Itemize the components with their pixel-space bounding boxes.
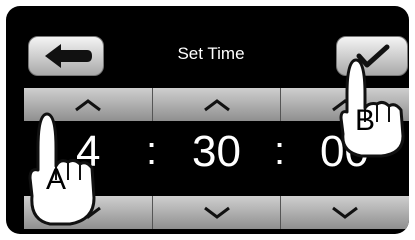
chevron-up-icon (203, 98, 230, 111)
minutes-down-button[interactable] (152, 196, 282, 229)
chevron-down-icon (203, 206, 230, 219)
minutes-value[interactable]: 30 (192, 127, 241, 177)
seconds-down-button[interactable] (281, 196, 409, 229)
time-separator: : (274, 129, 286, 173)
minutes-up-button[interactable] (152, 88, 282, 121)
back-button[interactable] (28, 36, 104, 76)
annotation-label-a: A (46, 163, 67, 196)
page-title: Set Time (177, 44, 245, 63)
annotation-label-b: B (355, 104, 376, 137)
back-arrow-icon (45, 44, 92, 68)
chevron-down-icon (332, 206, 359, 219)
time-separator: : (146, 129, 158, 173)
